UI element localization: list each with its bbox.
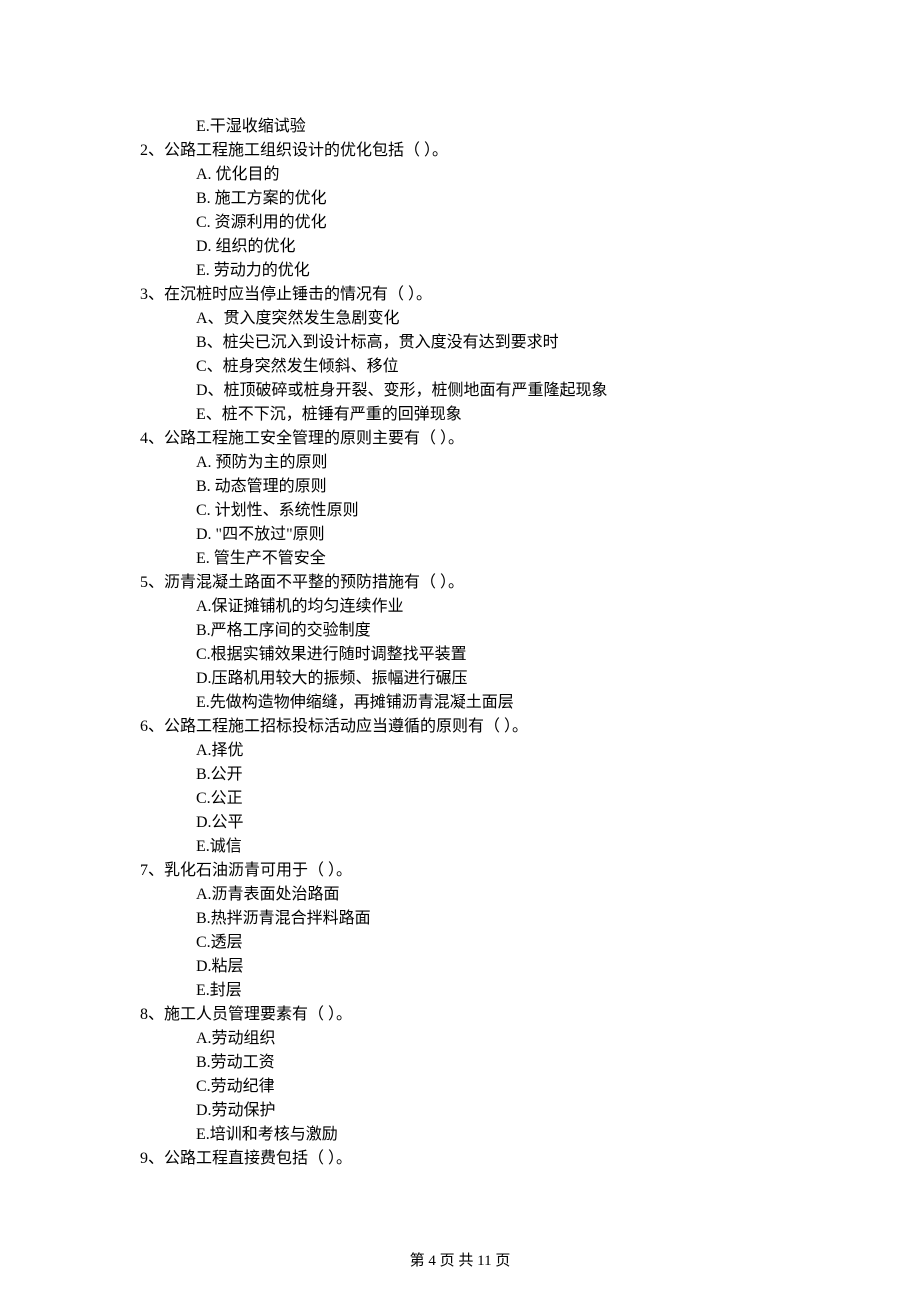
question-option: C. 计划性、系统性原则 [140,499,780,523]
question-option: D. 组织的优化 [140,235,780,259]
question-text: 公路工程施工招标投标活动应当遵循的原则有（ ）。 [164,718,528,735]
question-stem: 9、公路工程直接费包括（ ）。 [140,1147,780,1171]
question-option: E. 劳动力的优化 [140,259,780,283]
question-number: 8、 [140,1006,164,1023]
question-option: A.保证摊铺机的均匀连续作业 [140,595,780,619]
question-option: D.劳动保护 [140,1099,780,1123]
question-option: B.劳动工资 [140,1051,780,1075]
question-option: A、贯入度突然发生急剧变化 [140,307,780,331]
question-stem: 4、公路工程施工安全管理的原则主要有（ ）。 [140,427,780,451]
question-option: B. 动态管理的原则 [140,475,780,499]
question-option: A.劳动组织 [140,1027,780,1051]
question-option: D.粘层 [140,955,780,979]
question-option: B、桩尖已沉入到设计标高，贯入度没有达到要求时 [140,331,780,355]
question-option: C.根据实铺效果进行随时调整找平装置 [140,643,780,667]
question-stem: 5、沥青混凝土路面不平整的预防措施有（ ）。 [140,571,780,595]
question-number: 6、 [140,718,164,735]
question-text: 公路工程施工安全管理的原则主要有（ ）。 [164,430,464,447]
question-option: A. 预防为主的原则 [140,451,780,475]
question-stem: 8、施工人员管理要素有（ ）。 [140,1003,780,1027]
question-option: E.培训和考核与激励 [140,1123,780,1147]
question-option: C.公正 [140,787,780,811]
question-text: 乳化石油沥青可用于（ ）。 [164,862,352,879]
prev-question-option: E.干湿收缩试验 [140,115,780,139]
question-text: 公路工程直接费包括（ ）。 [164,1150,352,1167]
page-footer: 第 4 页 共 11 页 [0,1250,920,1273]
question-text: 在沉桩时应当停止锤击的情况有（ ）。 [164,286,432,303]
question-option: E. 管生产不管安全 [140,547,780,571]
question-option: E、桩不下沉，桩锤有严重的回弹现象 [140,403,780,427]
question-option: C.透层 [140,931,780,955]
question-option: E.封层 [140,979,780,1003]
question-number: 9、 [140,1150,164,1167]
question-number: 7、 [140,862,164,879]
question-option: D、桩顶破碎或桩身开裂、变形，桩侧地面有严重隆起现象 [140,379,780,403]
question-option: A.择优 [140,739,780,763]
question-option: D. "四不放过"原则 [140,523,780,547]
question-text: 施工人员管理要素有（ ）。 [164,1006,352,1023]
question-number: 4、 [140,430,164,447]
question-number: 2、 [140,142,164,159]
question-option: C. 资源利用的优化 [140,211,780,235]
question-option: A.沥青表面处治路面 [140,883,780,907]
question-number: 3、 [140,286,164,303]
question-text: 沥青混凝土路面不平整的预防措施有（ ）。 [164,574,464,591]
question-text: 公路工程施工组织设计的优化包括（ ）。 [164,142,448,159]
question-number: 5、 [140,574,164,591]
question-option: D.压路机用较大的振频、振幅进行碾压 [140,667,780,691]
question-stem: 6、公路工程施工招标投标活动应当遵循的原则有（ ）。 [140,715,780,739]
question-option: A. 优化目的 [140,163,780,187]
question-option: B.严格工序间的交验制度 [140,619,780,643]
question-option: E.诚信 [140,835,780,859]
question-option: B. 施工方案的优化 [140,187,780,211]
question-option: C.劳动纪律 [140,1075,780,1099]
question-option: B.公开 [140,763,780,787]
page: E.干湿收缩试验 2、公路工程施工组织设计的优化包括（ ）。 A. 优化目的 B… [0,0,920,1302]
question-stem: 7、乳化石油沥青可用于（ ）。 [140,859,780,883]
question-option: B.热拌沥青混合拌料路面 [140,907,780,931]
question-option: C、桩身突然发生倾斜、移位 [140,355,780,379]
question-option: E.先做构造物伸缩缝，再摊铺沥青混凝土面层 [140,691,780,715]
question-stem: 3、在沉桩时应当停止锤击的情况有（ ）。 [140,283,780,307]
question-option: D.公平 [140,811,780,835]
question-stem: 2、公路工程施工组织设计的优化包括（ ）。 [140,139,780,163]
